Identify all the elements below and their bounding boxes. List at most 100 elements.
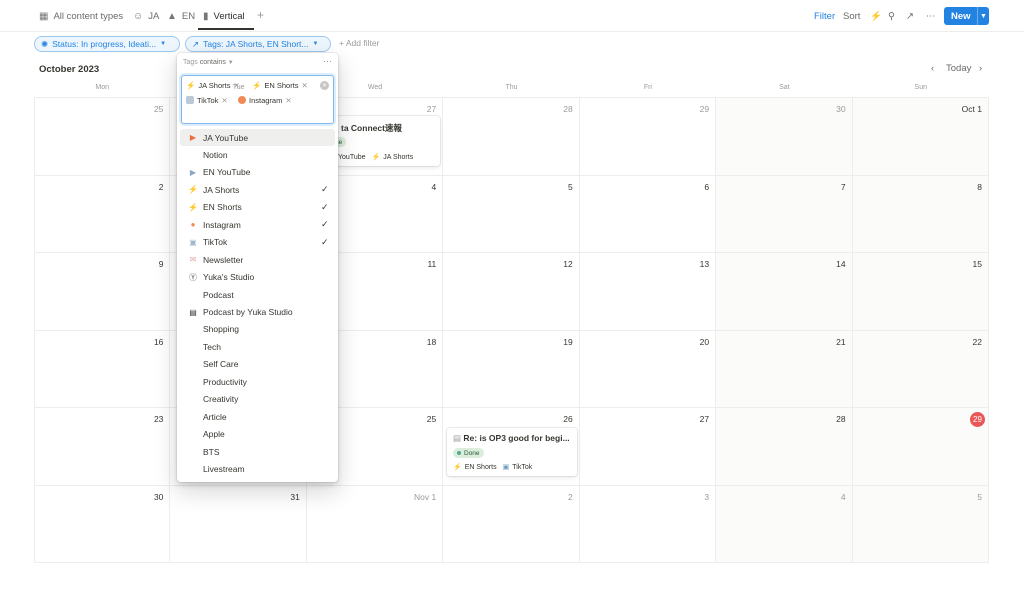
filter-condition[interactable]: Tags contains ▼ (183, 59, 234, 66)
tag-option-label: Notion (203, 149, 228, 160)
calendar-day-cell[interactable]: 31 (170, 485, 307, 563)
shorts-icon: ⚡ (188, 202, 198, 212)
calendar-day-cell[interactable]: 13 (579, 253, 717, 331)
tag-search-input[interactable]: ⚡ JA Shorts ✕ ⚡ EN Shorts ✕ TikTok ✕ Ins… (181, 75, 334, 124)
calendar-day-cell[interactable]: 5 (443, 175, 580, 253)
day-number: 25 (153, 104, 164, 114)
tag-option-label: Article (203, 411, 227, 422)
calendar-day-cell[interactable]: 22 (852, 330, 989, 408)
tag-option-label: Tech (203, 341, 221, 352)
tag-option[interactable]: ● Instagram ✓ (180, 216, 335, 233)
calendar-day-cell[interactable]: 19 (443, 330, 580, 408)
day-number: 16 (153, 336, 164, 347)
filter-button[interactable]: Filter (814, 6, 835, 26)
tags-filter-chip[interactable]: ↗ Tags: JA Shorts, EN Short... ▼ (185, 36, 331, 52)
calendar-day-cell[interactable]: 2 (443, 485, 580, 563)
tag-option[interactable]: Creativity (180, 391, 335, 408)
tag-option[interactable]: ✉ Newsletter (180, 251, 335, 268)
checkmark-icon: ✓ (321, 236, 329, 247)
tag-option[interactable]: Podcast (180, 286, 335, 303)
add-filter-button[interactable]: + Add filter (339, 38, 379, 48)
calendar-day-cell[interactable]: Nov 1 (306, 485, 444, 563)
calendar-day-cell[interactable]: 4 (716, 485, 853, 563)
tag-option[interactable]: ▣ TikTok ✓ (180, 234, 335, 251)
tag-option[interactable]: ▶ JA YouTube (180, 129, 335, 146)
search-icon[interactable]: ⚲ (888, 6, 895, 26)
calendar-day-cell[interactable]: 6 (579, 175, 717, 253)
new-button[interactable]: New ▼ (944, 7, 989, 25)
day-header: Sat (779, 84, 790, 91)
tag-option[interactable]: Article (180, 408, 335, 425)
table-icon: ▦ (39, 10, 49, 22)
calendar-day-cell[interactable]: 21 (716, 330, 853, 408)
status-dot-icon (457, 451, 461, 455)
day-number: 28 (836, 414, 846, 424)
more-icon[interactable]: ⋯ (926, 6, 936, 26)
tags-filter-dropdown: Tags contains ▼ ⋯ ⚡ JA Shorts ✕ ⚡ EN Sho… (177, 53, 338, 482)
automation-icon[interactable]: ⚡ (870, 6, 882, 26)
calendar-day-cell[interactable]: Oct 1 (852, 98, 989, 176)
tab-vertical[interactable]: ▮ Vertical (203, 6, 245, 26)
day-number: Nov 1 (414, 491, 437, 502)
tag-option-label: JA YouTube (203, 132, 249, 143)
calendar-day-cell[interactable]: 8 (852, 175, 989, 253)
remove-tag-icon[interactable]: ✕ (221, 96, 227, 105)
calendar-day-cell[interactable]: 27 (579, 408, 717, 486)
tag-option[interactable]: Ⓨ Yuka's Studio (180, 269, 335, 286)
cat-icon: ☺ (133, 10, 144, 22)
status-filter-chip[interactable]: ✺ Status: In progress, Ideati... ▼ (34, 36, 180, 52)
calendar-day-cell[interactable]: 30 (34, 485, 171, 563)
expand-icon[interactable]: ↗ (906, 6, 914, 26)
tag-option[interactable]: Shopping (180, 321, 335, 338)
calendar-day-cell[interactable]: 30 (716, 98, 853, 176)
tag-option-label: Apple (203, 429, 225, 440)
today-button[interactable]: Today (946, 63, 971, 74)
sort-button[interactable]: Sort (843, 6, 860, 26)
calendar-day-cell[interactable]: 12 (443, 253, 580, 331)
calendar-day-cell[interactable]: 2 (34, 175, 171, 253)
calendar-day-cell[interactable]: 5 (852, 485, 989, 563)
tab-ja[interactable]: ☺ JA (133, 6, 159, 26)
calendar-day-cell[interactable]: 28 (716, 408, 853, 486)
chevron-down-icon[interactable]: ▼ (977, 7, 989, 25)
day-number: 4 (840, 491, 846, 502)
more-icon[interactable]: ⋯ (323, 56, 332, 67)
calendar-day-cell[interactable]: 20 (579, 330, 717, 408)
calendar-day-cell[interactable]: 23 (34, 408, 171, 486)
tag-option[interactable]: ⚡ EN Shorts ✓ (180, 199, 335, 216)
tag-option[interactable]: Productivity (180, 373, 335, 390)
calendar-day-cell[interactable]: 9 (34, 253, 171, 331)
tag-option[interactable]: ▶ EN YouTube (180, 164, 335, 181)
prev-month-icon[interactable]: ‹ (931, 63, 934, 74)
calendar-day-cell[interactable]: 25 (34, 98, 171, 176)
tag-option[interactable]: Apple (180, 426, 335, 443)
tag-option[interactable]: Tech (180, 338, 335, 355)
tag-option[interactable]: ⚡ JA Shorts ✓ (180, 181, 335, 198)
tag-option[interactable]: Livestream (180, 461, 335, 478)
next-month-icon[interactable]: › (979, 63, 982, 74)
tab-all-content-types[interactable]: ▦ All content types (39, 6, 123, 26)
checkmark-icon: ✓ (321, 184, 329, 195)
selected-tag: Instagram ✕ (238, 94, 292, 106)
card-tags: YouTube ⚡ JA Shorts (338, 153, 414, 162)
tag-option[interactable]: BTS (180, 443, 335, 460)
day-number: 22 (972, 336, 982, 347)
calendar-card[interactable]: ▤ Re: is OP3 good for begi... Done ⚡ EN … (447, 428, 577, 476)
tag-option-label: Shopping (203, 324, 239, 335)
calendar-day-cell[interactable]: 14 (716, 253, 853, 331)
day-number: 15 (972, 259, 982, 269)
calendar-day-cell[interactable]: 3 (579, 485, 717, 563)
tag-option[interactable]: Self Care (180, 356, 335, 373)
remove-tag-icon[interactable]: ✕ (285, 96, 291, 105)
view-tab-bar: ▦ All content types ☺ JA ▲ EN ▮ Vertical… (0, 0, 1024, 32)
add-view-icon[interactable]: + (257, 8, 264, 22)
calendar-day-cell[interactable]: 29 (852, 408, 989, 486)
calendar-day-cell[interactable]: 29 (579, 98, 717, 176)
tag-option[interactable]: Notion (180, 146, 335, 163)
calendar-day-cell[interactable]: 7 (716, 175, 853, 253)
calendar-day-cell[interactable]: 15 (852, 253, 989, 331)
tag-option[interactable]: ▤ Podcast by Yuka Studio (180, 304, 335, 321)
calendar-day-cell[interactable]: 16 (34, 330, 171, 408)
tab-en[interactable]: ▲ EN (167, 6, 195, 26)
calendar-day-cell[interactable]: 28 (443, 98, 580, 176)
